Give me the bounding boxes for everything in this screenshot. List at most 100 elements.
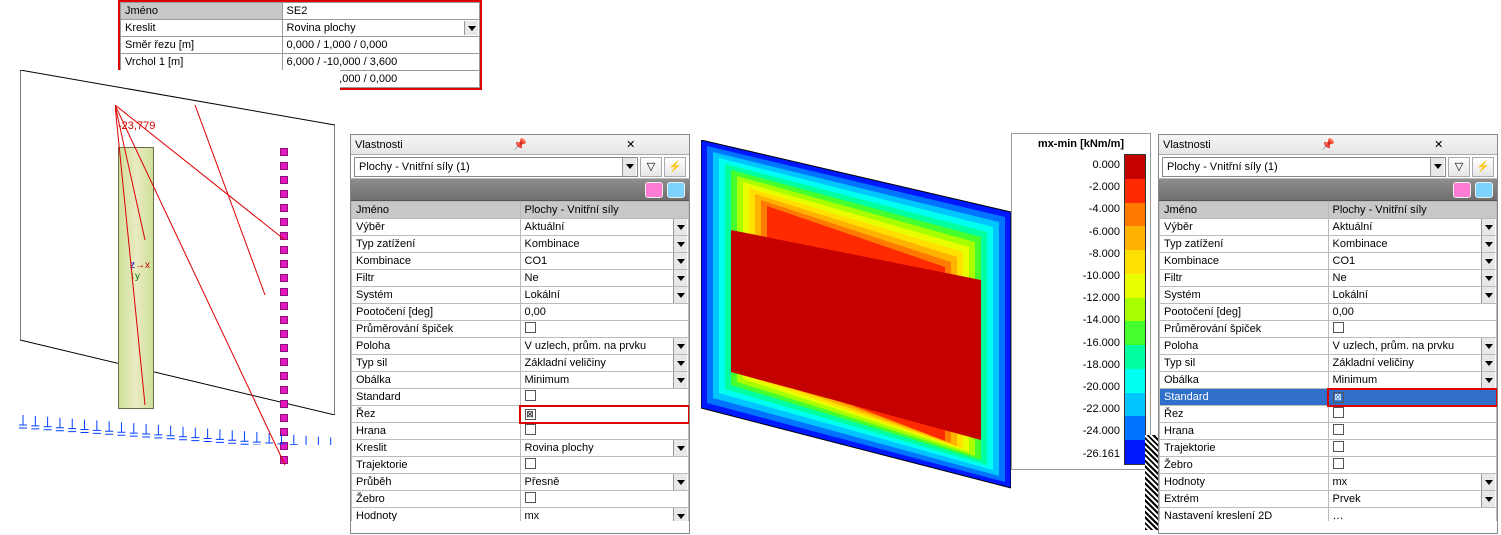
prop-value[interactable]: mx (1328, 474, 1497, 491)
chevron-down-icon[interactable] (673, 355, 687, 371)
panel-title-bar[interactable]: Vlastnosti 📌 ✕ (351, 135, 689, 155)
palette-pink-icon[interactable] (1453, 182, 1471, 198)
chevron-down-icon[interactable] (622, 158, 636, 176)
result-type-combo[interactable]: Plochy - Vnitřní síly (1) (354, 157, 638, 177)
chevron-down-icon[interactable] (1481, 355, 1495, 371)
viewport-section[interactable]: -23,779 z→x↓y (0, 70, 340, 470)
checkbox[interactable]: ⊠ (525, 409, 536, 420)
prop-value[interactable]: Aktuální (520, 219, 689, 236)
chevron-down-icon[interactable] (673, 338, 687, 354)
prop-value[interactable]: Ne (1328, 270, 1497, 287)
result-type-combo[interactable]: Plochy - Vnitřní síly (1) (1162, 157, 1446, 177)
prop-value[interactable]: 0,00 (520, 304, 689, 321)
prop-value[interactable] (1328, 321, 1497, 338)
chevron-down-icon[interactable] (673, 508, 687, 521)
chevron-down-icon[interactable] (673, 236, 687, 252)
chevron-down-icon[interactable] (673, 253, 687, 269)
prop-value[interactable] (1328, 423, 1497, 440)
prop-value[interactable]: … (1328, 508, 1497, 522)
prop-value[interactable]: Lokální (1328, 287, 1497, 304)
checkbox[interactable] (1333, 441, 1344, 452)
checkbox[interactable] (1333, 322, 1344, 333)
prop-value[interactable]: Přesně (520, 474, 689, 491)
chevron-down-icon[interactable] (1481, 270, 1495, 286)
filter-icon[interactable]: ▽ (640, 157, 662, 177)
chevron-down-icon[interactable] (673, 270, 687, 286)
panel-subtoolbar (1159, 179, 1497, 201)
chevron-down-icon[interactable] (464, 21, 478, 35)
prop-value[interactable]: 6,000 / -10,000 / 3,600 (282, 54, 479, 71)
prop-value[interactable]: Rovina plochy (282, 20, 479, 37)
refresh-icon[interactable]: ⚡ (1472, 157, 1494, 177)
chevron-down-icon[interactable] (1481, 219, 1495, 235)
checkbox[interactable] (1333, 458, 1344, 469)
pin-icon[interactable]: 📌 (466, 138, 575, 152)
chevron-down-icon[interactable] (1481, 372, 1495, 388)
prop-value[interactable] (520, 491, 689, 508)
checkbox[interactable] (525, 390, 536, 401)
palette-pink-icon[interactable] (645, 182, 663, 198)
checkbox[interactable]: ⊠ (1333, 392, 1344, 403)
checkbox[interactable] (525, 458, 536, 469)
viewport-contour[interactable] (701, 140, 1011, 500)
prop-value[interactable]: Prvek (1328, 491, 1497, 508)
prop-value[interactable]: Lokální (520, 287, 689, 304)
palette-cyan-icon[interactable] (1475, 182, 1493, 198)
chevron-down-icon[interactable] (673, 219, 687, 235)
chevron-down-icon[interactable] (1481, 287, 1495, 303)
chevron-down-icon[interactable] (1481, 491, 1495, 507)
filter-icon[interactable]: ▽ (1448, 157, 1470, 177)
prop-value[interactable]: Plochy - Vnitřní síly (1328, 202, 1497, 219)
property-grid[interactable]: JménoPlochy - Vnitřní sílyVýběrAktuálníT… (1159, 201, 1497, 521)
prop-value[interactable] (520, 423, 689, 440)
palette-cyan-icon[interactable] (667, 182, 685, 198)
chevron-down-icon[interactable] (673, 440, 687, 456)
prop-value[interactable]: 0,000 / 1,000 / 0,000 (282, 37, 479, 54)
chevron-down-icon[interactable] (1481, 338, 1495, 354)
checkbox[interactable] (525, 492, 536, 503)
prop-value[interactable]: Kombinace (520, 236, 689, 253)
prop-value[interactable]: Základní veličiny (520, 355, 689, 372)
refresh-icon[interactable]: ⚡ (664, 157, 686, 177)
prop-value[interactable]: Ne (520, 270, 689, 287)
close-icon[interactable]: ✕ (1384, 138, 1493, 152)
prop-value[interactable]: CO1 (520, 253, 689, 270)
prop-value[interactable] (1328, 406, 1497, 423)
prop-value[interactable]: ⊠ (1328, 389, 1497, 406)
chevron-down-icon[interactable] (1430, 158, 1444, 176)
chevron-down-icon[interactable] (1481, 474, 1495, 490)
chevron-down-icon[interactable] (673, 474, 687, 490)
chevron-down-icon[interactable] (673, 287, 687, 303)
prop-value[interactable] (520, 457, 689, 474)
prop-value[interactable]: Plochy - Vnitřní síly (520, 202, 689, 219)
prop-value[interactable]: ⊠ (520, 406, 689, 423)
chevron-down-icon[interactable] (1481, 236, 1495, 252)
prop-value[interactable]: 0,00 (1328, 304, 1497, 321)
prop-value[interactable]: V uzlech, prům. na prvku (1328, 338, 1497, 355)
prop-value[interactable]: Rovina plochy (520, 440, 689, 457)
checkbox[interactable] (1333, 424, 1344, 435)
prop-value[interactable]: V uzlech, prům. na prvku (520, 338, 689, 355)
prop-value[interactable]: Aktuální (1328, 219, 1497, 236)
chevron-down-icon[interactable] (673, 372, 687, 388)
prop-value[interactable] (520, 389, 689, 406)
prop-value[interactable] (1328, 440, 1497, 457)
prop-value[interactable]: Kombinace (1328, 236, 1497, 253)
panel-title-bar[interactable]: Vlastnosti 📌 ✕ (1159, 135, 1497, 155)
axis-triad-icon: z→x↓y (130, 260, 150, 282)
checkbox[interactable] (525, 424, 536, 435)
chevron-down-icon[interactable] (1481, 253, 1495, 269)
checkbox[interactable] (1333, 407, 1344, 418)
prop-value[interactable]: CO1 (1328, 253, 1497, 270)
pin-icon[interactable]: 📌 (1274, 138, 1383, 152)
property-grid[interactable]: JménoPlochy - Vnitřní sílyVýběrAktuálníT… (351, 201, 689, 521)
prop-value[interactable]: SE2 (282, 3, 479, 20)
prop-value[interactable] (520, 321, 689, 338)
prop-value[interactable] (1328, 457, 1497, 474)
checkbox[interactable] (525, 322, 536, 333)
prop-value[interactable]: Minimum (1328, 372, 1497, 389)
prop-value[interactable]: Minimum (520, 372, 689, 389)
prop-value[interactable]: Základní veličiny (1328, 355, 1497, 372)
prop-value[interactable]: mx (520, 508, 689, 522)
close-icon[interactable]: ✕ (576, 138, 685, 152)
